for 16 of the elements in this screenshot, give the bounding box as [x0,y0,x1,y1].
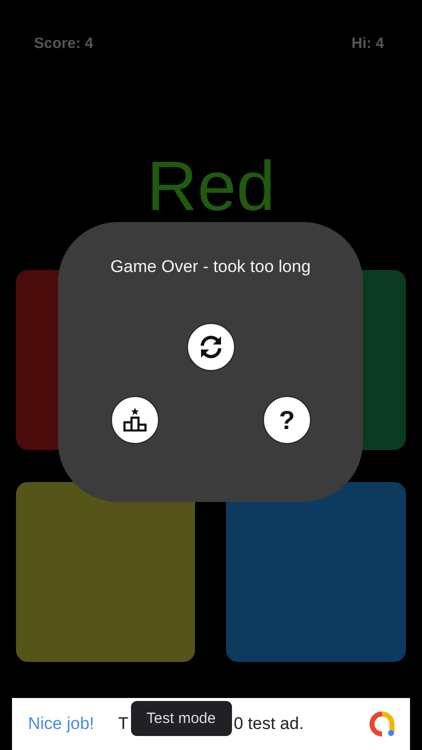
ad-text: T [118,714,129,734]
ad-text: 0 test ad. [234,714,304,734]
test-mode-tooltip: Test mode [130,700,232,736]
high-score-label: Hi: 4 [351,34,384,54]
color-tile[interactable] [16,482,195,662]
color-word: Red [146,146,276,226]
ad-logo-icon [368,710,396,738]
game-over-message: Game Over - took too long [109,256,312,277]
podium-icon [121,406,149,434]
restart-button[interactable] [186,323,234,371]
leaderboard-button[interactable] [111,396,159,444]
ad-headline: Nice job! [28,714,94,734]
score-label: Score: 4 [34,34,94,54]
color-tile[interactable] [226,482,406,662]
help-button[interactable]: ? [263,396,311,444]
ad-banner[interactable]: Nice job! T Test mode 0 test ad. [12,698,410,750]
